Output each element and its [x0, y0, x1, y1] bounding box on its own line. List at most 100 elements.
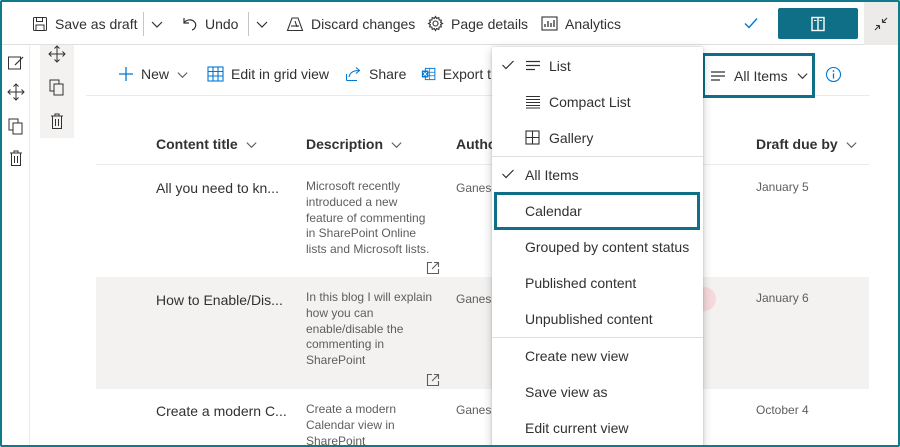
analytics-icon — [541, 16, 558, 31]
table-row[interactable]: How to Enable/Dis... In this blog I will… — [96, 277, 869, 389]
column-header-title-label: Content title — [156, 136, 238, 152]
menu-item-edit-view[interactable]: Edit current view — [492, 410, 703, 445]
delete-icon[interactable] — [48, 112, 66, 130]
analytics-label: Analytics — [565, 15, 622, 32]
menu-item-all-items[interactable]: All Items — [492, 157, 703, 193]
duplicate-icon[interactable] — [7, 117, 25, 135]
page-details-label: Page details — [451, 15, 529, 32]
menu-item-label: Published content — [525, 275, 637, 291]
plus-icon — [119, 67, 133, 81]
analytics-button[interactable]: Analytics — [541, 2, 621, 45]
menu-item-label: Unpublished content — [525, 311, 653, 327]
row-description: In this blog I will explain how you can … — [306, 290, 433, 368]
save-draft-label: Save as draft — [55, 15, 138, 32]
move-icon[interactable] — [48, 45, 66, 63]
save-icon — [33, 16, 47, 31]
table-row[interactable]: Create a modern C... Create a modern Cal… — [96, 389, 869, 447]
view-menu: List Compact List Gallery All Items Cale… — [492, 47, 703, 445]
chevron-down-icon — [246, 141, 257, 148]
row-due-date: January 5 — [756, 180, 809, 194]
share-label: Share — [369, 66, 407, 82]
grid-view-button[interactable]: Edit in grid view — [207, 52, 329, 96]
row-due-date: January 6 — [756, 291, 809, 305]
webpart-toolbar-rail — [40, 45, 74, 138]
menu-item-gallery-layout[interactable]: Gallery — [492, 120, 703, 156]
column-header-description[interactable]: Description — [306, 124, 403, 164]
undo-icon — [183, 17, 197, 31]
chevron-down-icon — [177, 71, 188, 78]
move-icon[interactable] — [7, 83, 25, 101]
menu-item-label: Gallery — [549, 130, 594, 146]
menu-item-compact-list-layout[interactable]: Compact List — [492, 84, 703, 120]
menu-item-label: Create new view — [525, 348, 629, 364]
menu-item-label: All Items — [525, 167, 579, 183]
table-row[interactable]: All you need to kn... Microsoft recently… — [96, 166, 869, 277]
edit-icon[interactable] — [7, 54, 25, 72]
column-header-author[interactable]: Autho — [456, 124, 496, 164]
export-button[interactable]: Export t — [421, 52, 491, 96]
delete-icon[interactable] — [7, 149, 25, 167]
menu-item-grouped-status[interactable]: Grouped by content status — [492, 229, 703, 265]
section-toolbar-rail — [2, 45, 30, 445]
new-button[interactable]: New — [118, 52, 189, 96]
menu-item-label: Save view as — [525, 384, 608, 400]
column-header-title[interactable]: Content title — [156, 124, 258, 164]
collapse-button[interactable] — [864, 2, 898, 45]
menu-item-label: Edit current view — [525, 420, 629, 436]
chevron-down-icon — [391, 141, 402, 148]
command-bar: Save as draft Undo Discard changes Page … — [2, 2, 898, 45]
save-draft-button[interactable]: Save as draft — [32, 2, 138, 45]
checkmark-icon — [744, 18, 758, 29]
reading-view-button[interactable] — [778, 8, 858, 39]
menu-item-save-view-as[interactable]: Save view as — [492, 374, 703, 410]
menu-item-label: Compact List — [549, 94, 631, 110]
view-switcher-button[interactable]: All Items — [702, 53, 815, 98]
menu-item-label: List — [549, 58, 571, 74]
undo-label: Undo — [205, 15, 239, 32]
row-title[interactable]: How to Enable/Dis... — [156, 292, 286, 308]
column-header-due[interactable]: Draft due by — [756, 124, 858, 164]
chevron-down-icon — [846, 141, 857, 148]
column-header-description-label: Description — [306, 136, 384, 152]
discard-icon — [286, 16, 304, 31]
row-due-date: October 4 — [756, 403, 809, 417]
new-label: New — [141, 66, 170, 82]
app-frame: Save as draft Undo Discard changes Page … — [0, 0, 900, 447]
grid-icon — [207, 66, 224, 82]
info-icon[interactable] — [825, 66, 842, 83]
discard-changes-button[interactable]: Discard changes — [286, 2, 415, 45]
calendar-highlight — [494, 192, 700, 230]
row-title[interactable]: Create a modern C... — [156, 403, 286, 419]
page-details-button[interactable]: Page details — [427, 2, 528, 45]
toolbar-divider — [143, 12, 144, 36]
undo-options-chevron[interactable] — [255, 2, 269, 45]
checkmark-icon — [502, 60, 514, 70]
save-options-chevron[interactable] — [150, 2, 164, 45]
menu-item-published[interactable]: Published content — [492, 265, 703, 301]
book-icon — [811, 16, 825, 31]
share-button[interactable]: Share — [345, 52, 406, 96]
checkmark-icon — [502, 169, 514, 179]
export-label: Export t — [442, 66, 491, 82]
menu-item-create-view[interactable]: Create new view — [492, 338, 703, 374]
compact-list-icon — [526, 95, 540, 109]
row-description: Create a modern Calendar view in SharePo… — [306, 402, 397, 447]
toolbar-divider — [248, 12, 249, 36]
duplicate-icon[interactable] — [48, 78, 66, 96]
share-icon — [345, 67, 361, 82]
open-external-icon[interactable] — [426, 261, 440, 275]
list-lines-icon — [526, 60, 540, 71]
row-description: Microsoft recently introduced a new feat… — [306, 179, 430, 257]
view-switcher-label: All Items — [734, 67, 788, 84]
menu-item-list-layout[interactable]: List — [492, 48, 703, 84]
menu-item-label: Grouped by content status — [525, 239, 690, 255]
list-lines-icon — [711, 70, 725, 81]
menu-item-unpublished[interactable]: Unpublished content — [492, 301, 703, 337]
column-header-author-label: Autho — [456, 136, 496, 152]
undo-button[interactable]: Undo — [181, 2, 238, 45]
gallery-icon — [525, 130, 540, 145]
open-external-icon[interactable] — [426, 373, 440, 387]
chevron-down-icon — [797, 73, 808, 80]
collapse-icon — [874, 17, 888, 30]
row-title[interactable]: All you need to kn... — [156, 180, 286, 196]
